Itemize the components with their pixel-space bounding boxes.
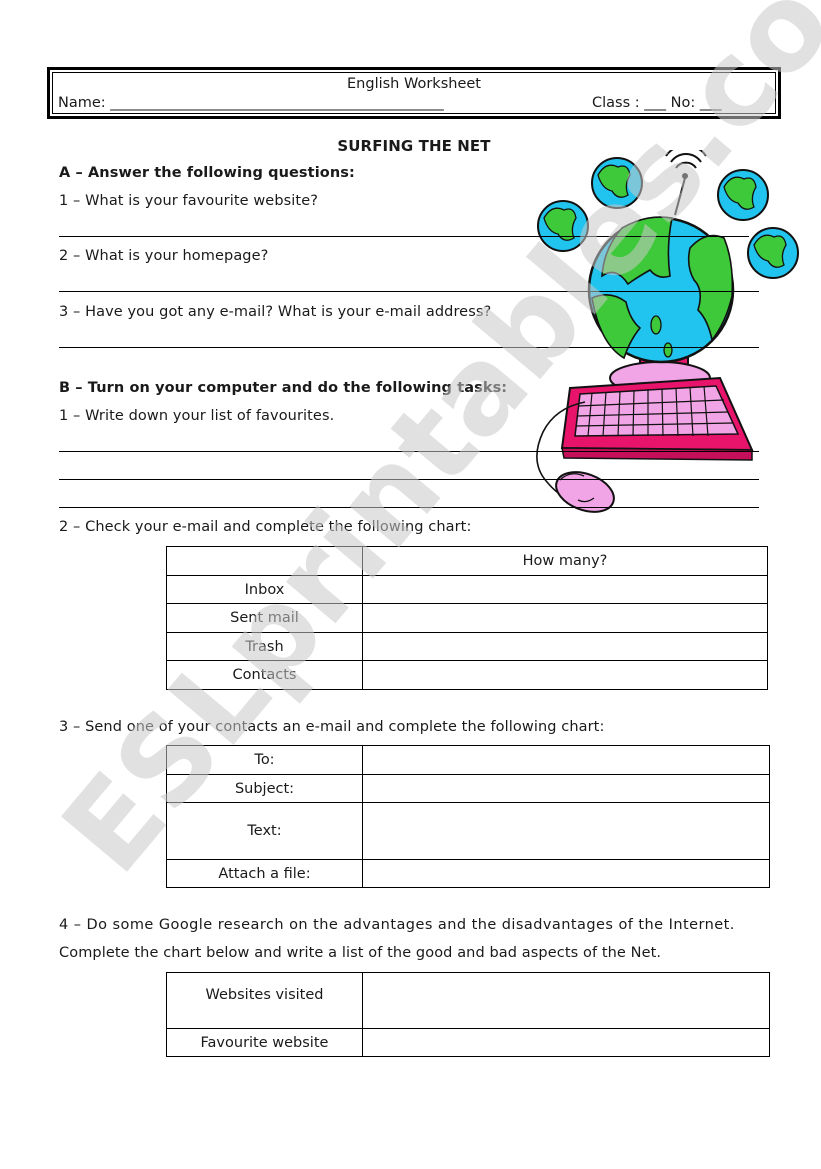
favourites-line-1[interactable] [59,451,759,452]
row-label-subject: Subject: [166,774,363,803]
table-row: How many? [166,546,768,576]
table-row: Inbox [166,575,768,604]
to-cell[interactable] [362,745,770,775]
email-count-chart: How many? Inbox Sent mail Trash Contacts [166,546,768,690]
how-many-header: How many? [362,546,768,576]
question-1: 1 – What is your favourite website? [59,193,319,209]
table-row: Attach a file: [166,859,770,888]
task-4-line-2: Complete the chart below and write a lis… [59,945,662,961]
small-globe-icon [537,200,589,252]
inbox-count-cell[interactable] [362,575,768,604]
row-label-attach: Attach a file: [166,859,363,888]
row-label-inbox: Inbox [166,575,363,604]
answer-line-1[interactable] [59,236,749,237]
row-label-sent-mail: Sent mail [166,603,363,633]
small-globe-icon [747,227,799,279]
table-row: Subject: [166,774,770,803]
small-globe-icon [591,157,643,209]
question-3: 3 – Have you got any e-mail? What is you… [59,304,492,320]
header-title: English Worksheet [347,76,481,92]
row-label-text: Text: [166,802,363,860]
header-box: English Worksheet Name: ________________… [47,67,781,119]
row-label-trash: Trash [166,632,363,661]
task-2: 2 – Check your e-mail and complete the f… [59,519,472,535]
row-label-favourite-website: Favourite website [166,1028,363,1057]
small-globe-icon [717,169,769,221]
subject-cell[interactable] [362,774,770,803]
row-label-to: To: [166,745,363,775]
table-row: Trash [166,632,768,661]
favourites-line-3[interactable] [59,507,759,508]
section-b-heading: B – Turn on your computer and do the fol… [59,380,508,396]
row-label-websites-visited: Websites visited [166,972,363,1029]
table-row: Sent mail [166,603,768,633]
contacts-count-cell[interactable] [362,660,768,690]
question-2: 2 – What is your homepage? [59,248,269,264]
globe-monitor-icon [587,216,735,395]
table-row: Favourite website [166,1028,770,1057]
answer-line-3[interactable] [59,347,759,348]
email-compose-chart: To: Subject: Text: Attach a file: [166,745,770,888]
keyboard-icon [560,376,754,461]
sent-mail-count-cell[interactable] [362,603,768,633]
table-row: Websites visited [166,972,770,1029]
class-number-field[interactable]: Class : ___ No: ___ [592,95,722,111]
table-row: Contacts [166,660,768,690]
attach-cell[interactable] [362,859,770,888]
favourite-website-cell[interactable] [362,1028,770,1057]
table-row: Text: [166,802,770,860]
answer-line-2[interactable] [59,291,759,292]
table-cell-empty [166,546,363,576]
computer-globe-illustration [536,150,799,513]
websites-visited-cell[interactable] [362,972,770,1029]
task-1: 1 – Write down your list of favourites. [59,408,335,424]
section-a-heading: A – Answer the following questions: [59,165,355,181]
row-label-contacts: Contacts [166,660,363,690]
task-4-line-1: 4 – Do some Google research on the advan… [59,917,735,933]
research-chart: Websites visited Favourite website [166,972,770,1057]
antenna-icon [665,150,707,216]
name-field[interactable]: Name: __________________________________… [58,95,444,111]
trash-count-cell[interactable] [362,632,768,661]
text-cell[interactable] [362,802,770,860]
worksheet-title: SURFING THE NET [337,137,491,155]
task-3: 3 – Send one of your contacts an e-mail … [59,719,605,735]
table-row: To: [166,745,770,775]
mouse-icon [555,471,615,513]
favourites-line-2[interactable] [59,479,759,480]
